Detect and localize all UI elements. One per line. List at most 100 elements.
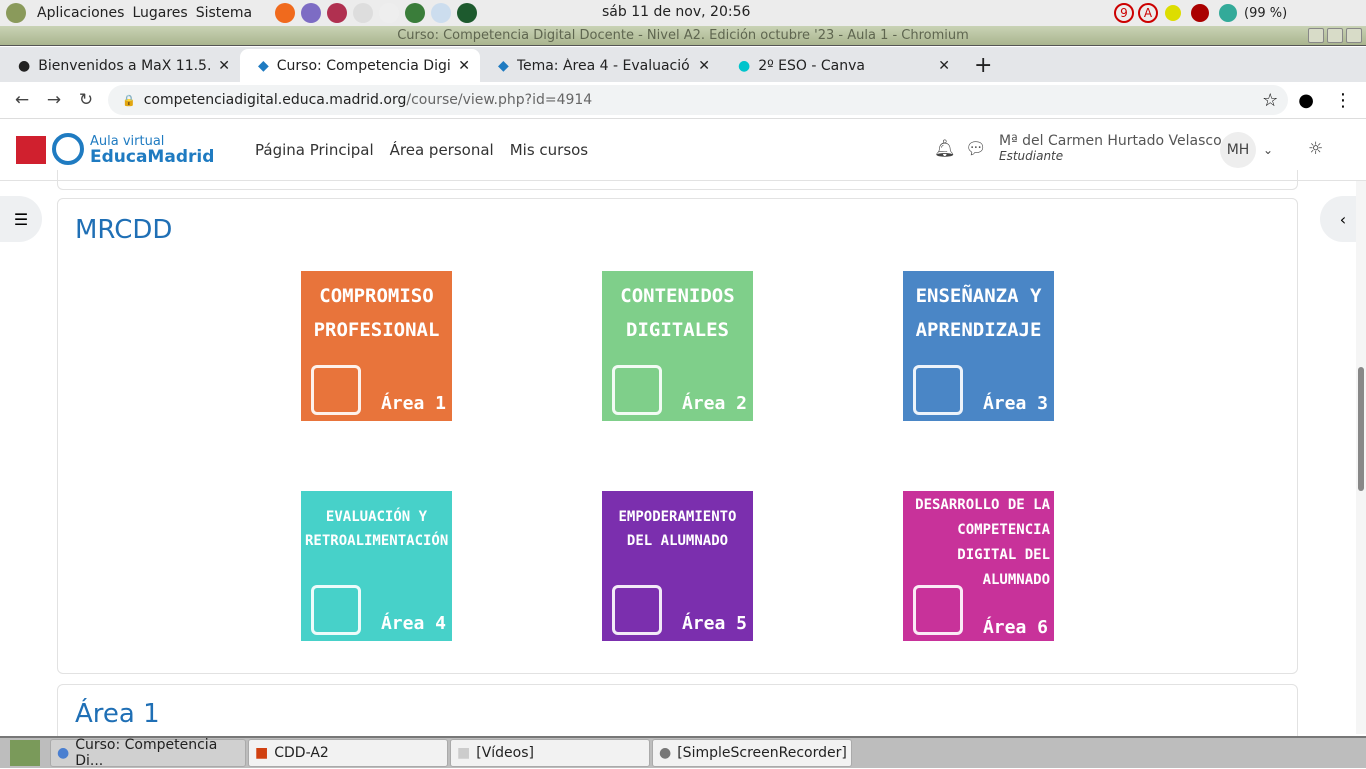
moodle-cap-icon: ◆: [258, 57, 269, 74]
tab-canva[interactable]: ● 2º ESO - Canva ✕: [720, 49, 960, 82]
window-titlebar: Curso: Competencia Digital Docente - Niv…: [0, 26, 1366, 46]
tile-title: EMPODERAMIENTO DEL ALUMNADO: [618, 509, 737, 549]
taskbar-item-videos[interactable]: ■ [Vídeos]: [450, 739, 650, 767]
section-area-1: Área 1: [57, 684, 1298, 744]
messages-icon[interactable]: 💬︎: [965, 139, 987, 159]
minimize-button[interactable]: [1308, 28, 1324, 43]
taskbar-item-chromium[interactable]: ● Curso: Competencia Di...: [50, 737, 246, 769]
badge-a[interactable]: A: [1138, 3, 1158, 23]
tile-illustration-icon: [913, 585, 963, 635]
chevron-down-icon[interactable]: ⌄: [1263, 143, 1273, 157]
tile-area-label: Área 5: [681, 613, 747, 634]
forward-icon[interactable]: →: [38, 90, 70, 110]
nav-mis-cursos[interactable]: Mis cursos: [510, 141, 588, 159]
close-tab-icon[interactable]: ✕: [218, 58, 230, 74]
section-title: MRCDD: [75, 215, 173, 245]
area-tile-6[interactable]: DESARROLLO DE LA COMPETENCIA DIGITAL DEL…: [903, 491, 1054, 641]
raices-icon[interactable]: [431, 3, 452, 23]
taskbar-item-cdd[interactable]: ■ CDD-A2: [248, 739, 448, 767]
tile-title: COMPROMISO PROFESIONAL: [313, 285, 440, 341]
logo-icon: [52, 133, 84, 165]
avatar[interactable]: MH: [1220, 132, 1256, 168]
chromium-icon: ●: [57, 745, 70, 761]
globe-icon[interactable]: [457, 3, 478, 23]
folder-icon: ■: [457, 745, 471, 761]
record-icon[interactable]: [1191, 4, 1209, 22]
close-tab-icon[interactable]: ✕: [458, 58, 470, 74]
max-icon[interactable]: [327, 3, 348, 23]
sync-icon[interactable]: [1219, 4, 1237, 22]
nav-pagina-principal[interactable]: Página Principal: [255, 141, 374, 159]
tile-area-label: Área 1: [380, 393, 446, 414]
area-tile-1[interactable]: COMPROMISO PROFESIONAL Área 1: [301, 271, 452, 421]
tab-max[interactable]: ● Bienvenidos a MaX 11.5.2 ✕: [0, 49, 240, 82]
scrollbar-thumb[interactable]: [1358, 367, 1364, 491]
tile-area-label: Área 6: [982, 617, 1048, 638]
menu-sistema[interactable]: Sistema: [196, 5, 252, 21]
tile-illustration-icon: [311, 365, 361, 415]
profile-icon[interactable]: ●: [1298, 90, 1314, 111]
area-tile-2[interactable]: CONTENIDOS DIGITALES Área 2: [602, 271, 753, 421]
clock[interactable]: sáb 11 de nov, 20:56: [602, 4, 750, 20]
taskbar: ● Curso: Competencia Di... ■ CDD-A2 ■ [Víde…: [0, 736, 1366, 769]
tile-title: EVALUACIÓN Y RETROALIMENTACIÓN: [305, 509, 449, 549]
notifications-bell-icon[interactable]: 🔔︎: [934, 139, 956, 159]
list-icon: ☰: [13, 209, 29, 229]
tab-tema[interactable]: ◆ Tema: Área 4 - Evaluación ✕: [480, 49, 720, 82]
tile-title: ENSEÑANZA Y APRENDIZAJE: [915, 285, 1042, 341]
close-tab-icon[interactable]: ✕: [698, 58, 710, 74]
toolbar: ← → ↻ 🔒 competenciadigital.educa.madrid.…: [0, 82, 1366, 119]
tab-curso[interactable]: ◆Curso: Competencia Digital Docente✕: [240, 49, 480, 82]
tile-illustration-icon: [913, 365, 963, 415]
area-tile-3[interactable]: ENSEÑANZA Y APRENDIZAJE Área 3: [903, 271, 1054, 421]
tile-illustration-icon: [612, 585, 662, 635]
educamadrid-logo[interactable]: Aula virtual EducaMadrid: [52, 133, 214, 165]
reload-icon[interactable]: ↻: [70, 90, 102, 110]
close-tab-icon[interactable]: ✕: [938, 58, 950, 74]
menu-kebab-icon[interactable]: ⋮: [1334, 90, 1352, 111]
tile-illustration-icon: [612, 365, 662, 415]
badge-9[interactable]: 9: [1114, 3, 1134, 23]
show-desktop-icon[interactable]: [10, 740, 40, 766]
area-tile-5[interactable]: EMPODERAMIENTO DEL ALUMNADO Área 5: [602, 491, 753, 641]
tile-area-label: Área 4: [380, 613, 446, 634]
system-panel: Aplicaciones Lugares Sistema sáb 11 de n…: [0, 0, 1366, 26]
window-title: Curso: Competencia Digital Docente - Niv…: [397, 28, 969, 43]
maximize-button[interactable]: [1327, 28, 1343, 43]
menu-lugares[interactable]: Lugares: [132, 5, 187, 21]
scrollbar[interactable]: [1356, 181, 1366, 734]
previous-section: [57, 170, 1298, 190]
presentation-icon: ■: [255, 745, 269, 761]
back-icon[interactable]: ←: [6, 90, 38, 110]
formula-icon[interactable]: [379, 3, 400, 23]
tile-area-label: Área 3: [982, 393, 1048, 414]
globe-icon: ●: [18, 57, 31, 74]
app-icon[interactable]: [353, 3, 374, 23]
nav-area-personal[interactable]: Área personal: [390, 141, 494, 159]
settings-gear-icon[interactable]: ☼: [1308, 139, 1323, 159]
warning-icon[interactable]: [1165, 5, 1181, 21]
firefox-icon[interactable]: [275, 3, 296, 23]
chevron-left-icon: ‹: [1339, 209, 1347, 229]
battery-status[interactable]: (99 %): [1244, 6, 1287, 21]
new-tab-button[interactable]: +: [974, 53, 992, 78]
tile-area-label: Área 2: [681, 393, 747, 414]
tile-illustration-icon: [311, 585, 361, 635]
comunidad-madrid-flag: [16, 136, 46, 164]
tile-title: DESARROLLO DE LA COMPETENCIA DIGITAL DEL…: [915, 497, 1050, 588]
taskbar-item-recorder[interactable]: ● [SimpleScreenRecorder]: [652, 739, 852, 767]
distro-logo-icon[interactable]: [6, 3, 26, 23]
section-title[interactable]: Área 1: [75, 699, 160, 729]
plant-icon[interactable]: [405, 3, 426, 23]
moodle-cap-icon: ◆: [498, 57, 509, 74]
close-window-button[interactable]: [1346, 28, 1362, 43]
course-index-toggle[interactable]: ☰: [0, 196, 42, 242]
geogebra-icon[interactable]: [301, 3, 322, 23]
address-bar[interactable]: 🔒 competenciadigital.educa.madrid.org/co…: [108, 85, 1288, 115]
user-menu[interactable]: Mª del Carmen Hurtado Velasco Estudiante: [999, 133, 1222, 163]
bookmark-star-icon[interactable]: ☆: [1262, 90, 1278, 111]
tile-title: CONTENIDOS DIGITALES: [620, 285, 735, 341]
lock-icon: 🔒: [122, 93, 136, 107]
area-tile-4[interactable]: EVALUACIÓN Y RETROALIMENTACIÓN Área 4: [301, 491, 452, 641]
menu-aplicaciones[interactable]: Aplicaciones: [37, 5, 124, 21]
